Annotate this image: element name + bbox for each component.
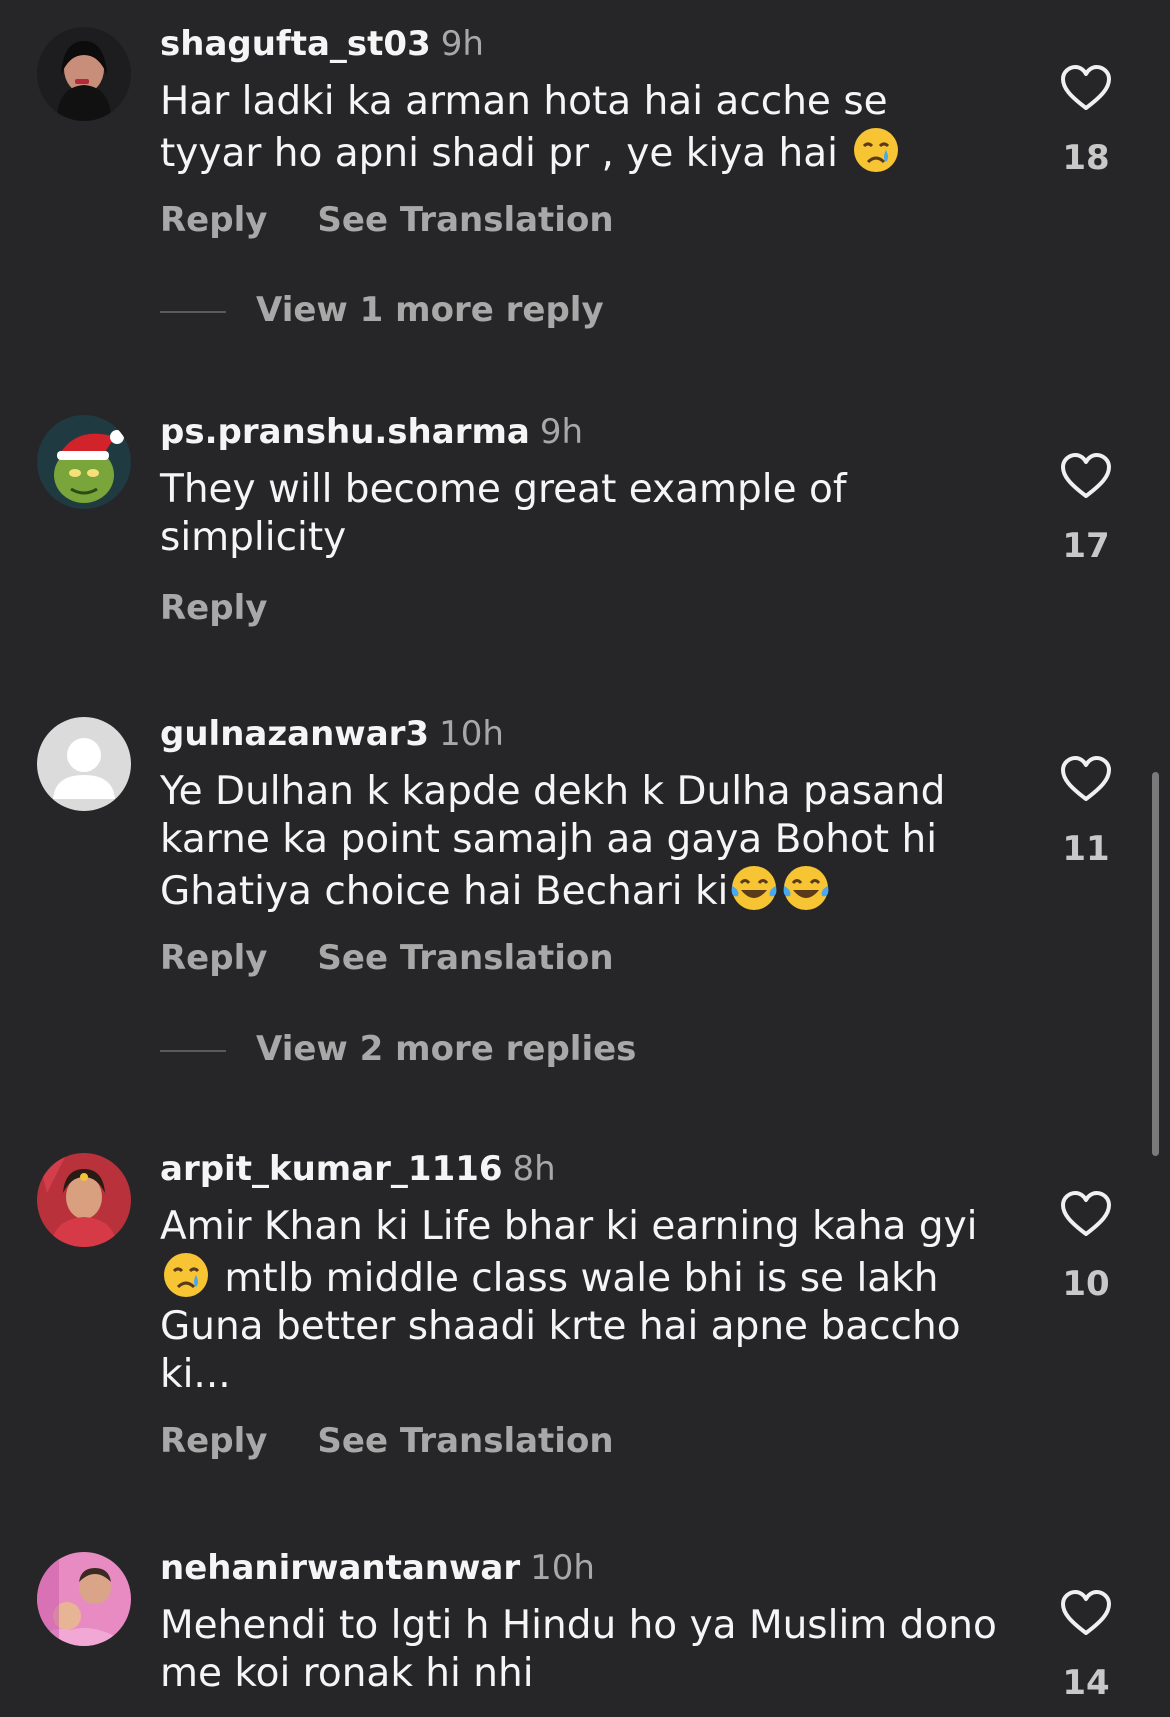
comment-meta: nehanirwantanwar 10h bbox=[160, 1548, 595, 1588]
timestamp: 9h bbox=[440, 24, 484, 64]
username[interactable]: shagufta_st03 bbox=[160, 24, 431, 64]
heart-icon[interactable] bbox=[1060, 1190, 1112, 1238]
comment-meta: shagufta_st03 9h bbox=[160, 24, 484, 64]
tears-of-joy-emoji bbox=[782, 864, 830, 912]
reply-button[interactable]: Reply bbox=[160, 1421, 267, 1461]
see-translation-button[interactable]: See Translation bbox=[317, 1421, 613, 1461]
timestamp: 8h bbox=[512, 1149, 556, 1189]
comment-text: Har ladki ka arman hota hai acche se tyy… bbox=[160, 78, 1000, 178]
like-count: 14 bbox=[1062, 1663, 1110, 1703]
see-translation-button[interactable]: See Translation bbox=[317, 938, 613, 978]
comment-text-content: Mehendi to lgti h Hindu ho ya Muslim don… bbox=[160, 1603, 997, 1696]
comment-actions: Reply See Translation bbox=[160, 200, 614, 240]
comment-meta: arpit_kumar_1116 8h bbox=[160, 1149, 556, 1189]
avatar[interactable] bbox=[37, 415, 131, 509]
comment-text-content: They will become great example of simpli… bbox=[160, 467, 847, 560]
view-more-replies[interactable]: View 1 more reply bbox=[160, 290, 604, 330]
crying-face-emoji bbox=[852, 126, 900, 174]
heart-icon[interactable] bbox=[1060, 64, 1112, 112]
comment-text-content: Amir Khan ki Life bhar ki earning kaha g… bbox=[160, 1204, 978, 1249]
comment-text: Mehendi to lgti h Hindu ho ya Muslim don… bbox=[160, 1602, 1000, 1698]
avatar[interactable] bbox=[37, 27, 131, 121]
like-count: 17 bbox=[1062, 526, 1110, 566]
username[interactable]: ps.pranshu.sharma bbox=[160, 412, 530, 452]
heart-icon[interactable] bbox=[1060, 1589, 1112, 1637]
avatar[interactable] bbox=[37, 717, 131, 811]
comment-text: Amir Khan ki Life bhar ki earning kaha g… bbox=[160, 1203, 1000, 1399]
like-count: 18 bbox=[1062, 138, 1110, 178]
like-count: 10 bbox=[1062, 1264, 1110, 1304]
like-count: 11 bbox=[1062, 829, 1110, 869]
username[interactable]: arpit_kumar_1116 bbox=[160, 1149, 503, 1189]
comment-text-content-continued: mtlb middle class wale bhi is se lakh Gu… bbox=[160, 1256, 961, 1397]
username[interactable]: gulnazanwar3 bbox=[160, 714, 429, 754]
default-avatar-icon bbox=[37, 717, 131, 811]
crying-face-emoji bbox=[162, 1251, 210, 1299]
avatar-image bbox=[37, 415, 131, 509]
comment-text: Ye Dulhan k kapde dekh k Dulha pasand ka… bbox=[160, 768, 1000, 916]
reply-button[interactable]: Reply bbox=[160, 588, 267, 628]
username[interactable]: nehanirwantanwar bbox=[160, 1548, 520, 1588]
avatar-image bbox=[37, 1153, 131, 1247]
see-translation-button[interactable]: See Translation bbox=[317, 200, 613, 240]
comment-text: They will become great example of simpli… bbox=[160, 466, 1000, 562]
divider-line bbox=[160, 310, 226, 313]
timestamp: 10h bbox=[439, 714, 504, 754]
heart-icon[interactable] bbox=[1060, 755, 1112, 803]
divider-line bbox=[160, 1049, 226, 1052]
comment-meta: ps.pranshu.sharma 9h bbox=[160, 412, 583, 452]
comment-actions: Reply See Translation bbox=[160, 938, 614, 978]
comment-actions: Reply bbox=[160, 588, 267, 628]
comment-actions: Reply See Translation bbox=[160, 1421, 614, 1461]
reply-button[interactable]: Reply bbox=[160, 200, 267, 240]
scrollbar[interactable] bbox=[1152, 772, 1159, 1156]
avatar[interactable] bbox=[37, 1552, 131, 1646]
reply-button[interactable]: Reply bbox=[160, 938, 267, 978]
avatar-image bbox=[37, 27, 131, 121]
avatar-image bbox=[37, 1552, 131, 1646]
comment-meta: gulnazanwar3 10h bbox=[160, 714, 504, 754]
avatar[interactable] bbox=[37, 1153, 131, 1247]
timestamp: 9h bbox=[539, 412, 584, 452]
view-more-replies[interactable]: View 2 more replies bbox=[160, 1029, 636, 1069]
tears-of-joy-emoji bbox=[730, 864, 778, 912]
heart-icon[interactable] bbox=[1060, 452, 1112, 500]
view-more-replies-label: View 2 more replies bbox=[256, 1029, 637, 1069]
timestamp: 10h bbox=[530, 1548, 595, 1588]
view-more-replies-label: View 1 more reply bbox=[256, 290, 604, 330]
comment-text-content: Har ladki ka arman hota hai acche se tyy… bbox=[160, 79, 888, 176]
